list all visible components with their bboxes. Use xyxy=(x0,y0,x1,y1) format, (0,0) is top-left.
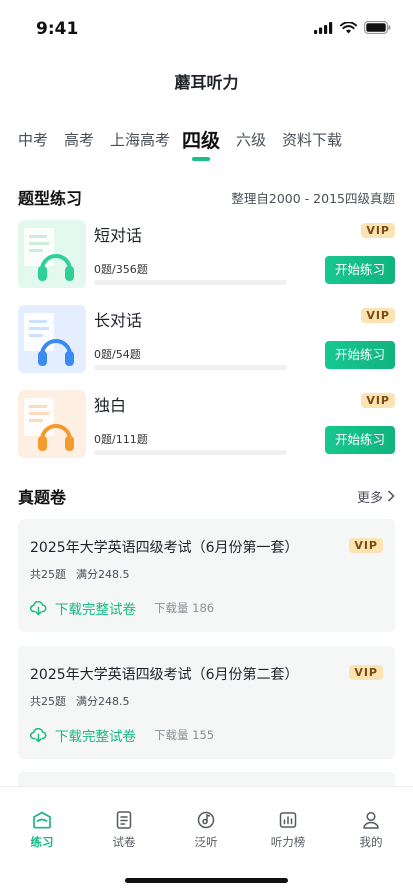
tabbar-label: 听力榜 xyxy=(270,835,306,849)
practice-progress-text: 0题/356题 xyxy=(94,263,148,276)
tab-cet6[interactable]: 六级 xyxy=(236,129,266,150)
tabbar-label: 练习 xyxy=(30,835,54,849)
headphones-thumbnail xyxy=(18,305,86,373)
tabbar-label: 泛听 xyxy=(194,835,218,849)
start-practice-button[interactable]: 开始练习 xyxy=(325,341,395,369)
practice-title: 独白 xyxy=(94,396,127,415)
practice-section-title: 题型练习 xyxy=(18,189,83,208)
status-icons xyxy=(314,21,391,34)
download-icon xyxy=(30,727,47,742)
page-title: 蘑耳听力 xyxy=(174,73,239,92)
signal-icon xyxy=(314,21,333,34)
exam-title: 2025年大学英语四级考试（6月份第二套） xyxy=(30,667,299,683)
exam-card[interactable]: 2025年大学英语四级考试（6月份第二套） VIP 共25题 满分248.5 下载… xyxy=(18,646,395,759)
practice-progress-bar xyxy=(94,365,287,370)
download-count: 下载量 186 xyxy=(154,601,215,615)
tab-shanghai-gaokao[interactable]: 上海高考 xyxy=(110,129,170,150)
practice-title: 长对话 xyxy=(94,311,143,330)
vip-badge: VIP xyxy=(361,393,395,408)
start-practice-button[interactable]: 开始练习 xyxy=(325,256,395,284)
tabbar-label: 试卷 xyxy=(112,835,136,849)
headphones-thumbnail xyxy=(18,390,86,458)
practice-item[interactable]: 独白 VIP 0题/111题 开始练习 xyxy=(18,390,395,458)
headphones-icon xyxy=(18,305,86,373)
status-bar: 9:41 xyxy=(0,0,413,60)
download-count: 下载量 155 xyxy=(154,728,215,742)
exam-section-title: 真题卷 xyxy=(18,488,67,507)
practice-item[interactable]: 短对话 VIP 0题/356题 开始练习 xyxy=(18,220,395,288)
vip-badge: VIP xyxy=(361,223,395,238)
exam-meta: 共25题 满分248.5 xyxy=(30,693,130,709)
tabbar-label: 我的 xyxy=(359,835,383,849)
more-link[interactable]: 更多 xyxy=(357,487,395,506)
practice-icon xyxy=(33,811,51,829)
question-count: 共25题 xyxy=(30,568,66,581)
start-practice-button[interactable]: 开始练习 xyxy=(325,426,395,454)
tab-zhongkao[interactable]: 中考 xyxy=(18,129,48,150)
exam-meta: 共25题 满分248.5 xyxy=(30,566,130,582)
exam-card[interactable]: 2025年大学英语四级考试（6月份第一套） VIP 共25题 满分248.5 下载… xyxy=(18,519,395,632)
more-label: 更多 xyxy=(356,490,383,506)
exam-title: 2025年大学英语四级考试（6月份第一套） xyxy=(30,540,299,556)
tabbar-practice[interactable]: 练习 xyxy=(12,811,72,850)
battery-icon xyxy=(364,21,391,34)
music-disc-icon xyxy=(197,811,215,829)
active-tab-indicator xyxy=(192,157,210,161)
practice-section-subtitle: 整理自2000 - 2015四级真题 xyxy=(231,190,395,206)
chevron-right-icon xyxy=(387,490,395,502)
practice-progress-bar xyxy=(94,450,287,455)
home-indicator xyxy=(125,878,288,883)
exam-section-header: 真题卷 更多 xyxy=(18,484,395,508)
practice-item[interactable]: 长对话 VIP 0题/54题 开始练习 xyxy=(18,305,395,373)
headphones-icon xyxy=(18,220,86,288)
tabbar-profile[interactable]: 我的 xyxy=(341,811,401,850)
practice-progress-bar xyxy=(94,280,287,285)
download-row: 下载完整试卷 下载量 155 xyxy=(30,725,214,745)
practice-title: 短对话 xyxy=(94,226,143,245)
tab-gaokao[interactable]: 高考 xyxy=(64,129,94,150)
headphones-thumbnail xyxy=(18,220,86,288)
tabbar-ranking[interactable]: 听力榜 xyxy=(258,811,318,850)
vip-badge: VIP xyxy=(361,308,395,323)
question-count: 共25题 xyxy=(30,695,66,708)
headphones-icon xyxy=(18,390,86,458)
tab-downloads[interactable]: 资料下载 xyxy=(282,129,342,150)
download-row: 下载完整试卷 下载量 186 xyxy=(30,598,214,618)
status-time: 9:41 xyxy=(36,19,79,39)
exam-card-partial xyxy=(18,772,395,786)
full-score: 满分248.5 xyxy=(76,695,130,708)
practice-section-header: 题型练习 整理自2000 - 2015四级真题 xyxy=(18,185,395,209)
practice-progress-text: 0题/54题 xyxy=(94,348,141,361)
practice-progress-text: 0题/111题 xyxy=(94,433,148,446)
tabbar-extensive-listening[interactable]: 泛听 xyxy=(176,811,236,850)
download-full-paper-link[interactable]: 下载完整试卷 xyxy=(55,598,136,618)
full-score: 满分248.5 xyxy=(76,568,130,581)
tab-cet4[interactable]: 四级 xyxy=(182,126,220,153)
tabbar-paper[interactable]: 试卷 xyxy=(94,811,154,850)
download-icon xyxy=(30,600,47,615)
chart-icon xyxy=(279,812,297,828)
vip-badge: VIP xyxy=(349,665,383,680)
download-full-paper-link[interactable]: 下载完整试卷 xyxy=(55,725,136,745)
vip-badge: VIP xyxy=(349,538,383,553)
paper-icon xyxy=(116,811,132,829)
profile-icon xyxy=(363,811,379,829)
wifi-icon xyxy=(340,21,357,33)
